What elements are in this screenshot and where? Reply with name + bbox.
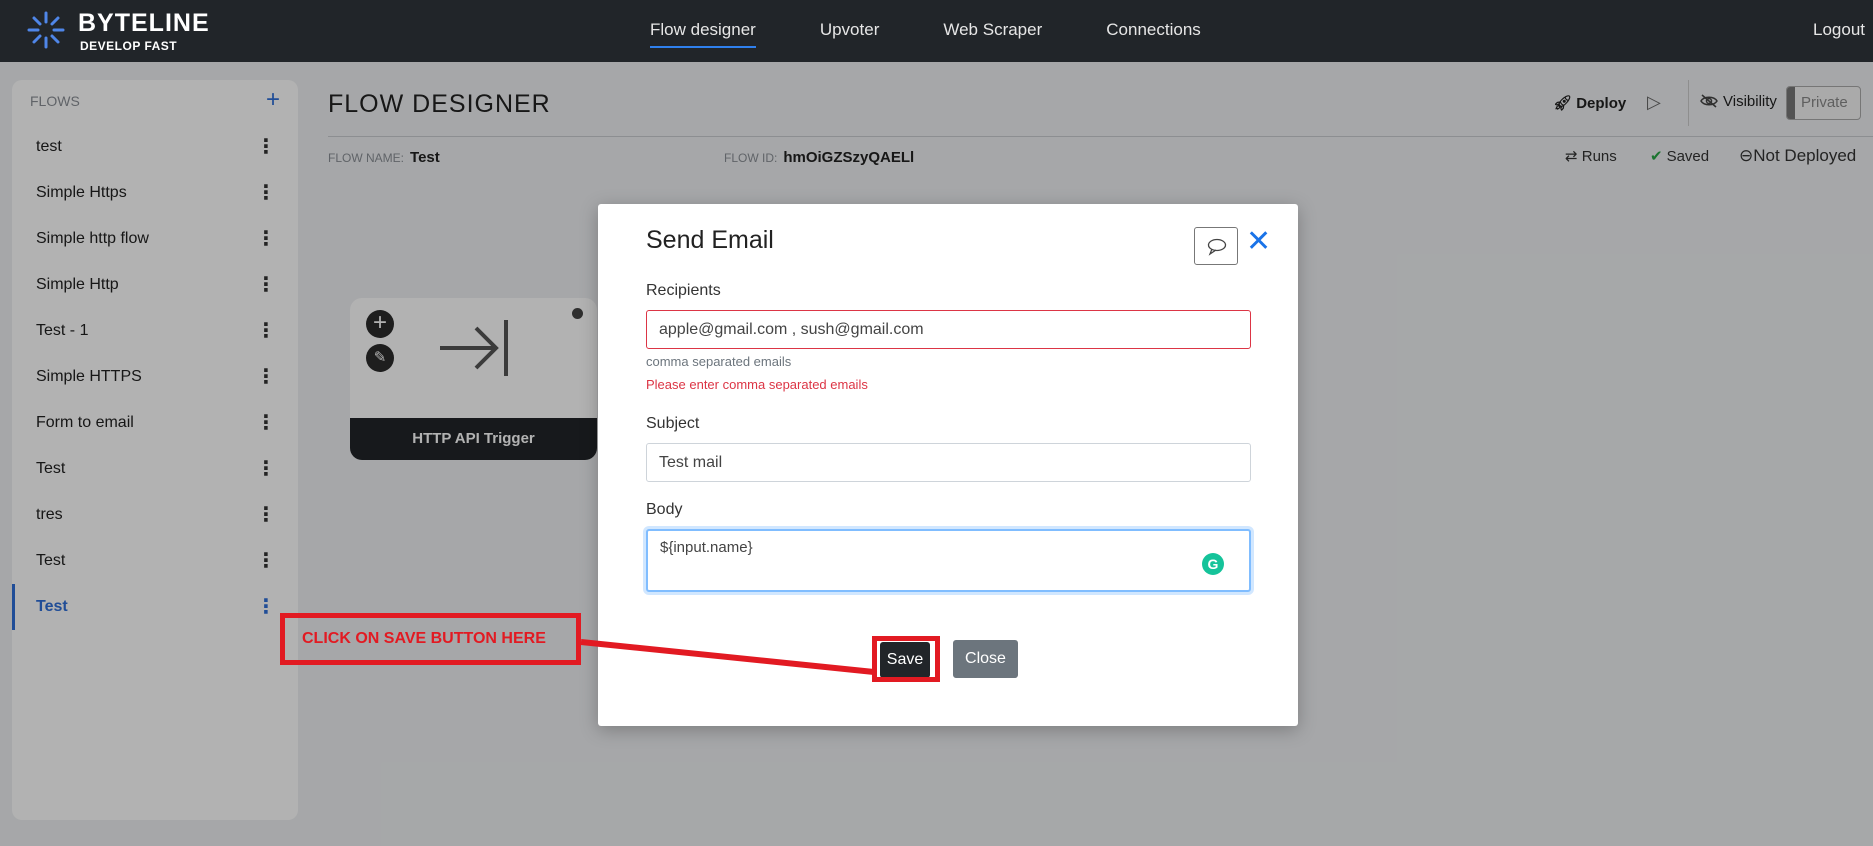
- annotation-highlight-save: [872, 636, 940, 682]
- recipients-hint: comma separated emails: [646, 354, 792, 369]
- modal-title: Send Email: [646, 226, 774, 254]
- recipients-error: Please enter comma separated emails: [646, 377, 868, 392]
- nav-flow-designer[interactable]: Flow designer: [650, 20, 756, 48]
- byteline-logo[interactable]: BYTELINE DEVELOP FAST: [26, 8, 209, 54]
- main-nav: Flow designer Upvoter Web Scraper Connec…: [650, 20, 1201, 48]
- send-email-modal: Send Email ✕ Recipients comma separated …: [598, 204, 1298, 726]
- close-icon[interactable]: ✕: [1246, 224, 1271, 259]
- brand-tagline: DEVELOP FAST: [80, 39, 178, 53]
- nav-web-scraper[interactable]: Web Scraper: [943, 20, 1042, 48]
- comment-button[interactable]: [1194, 227, 1238, 265]
- subject-input[interactable]: [646, 443, 1251, 482]
- annotation-text: CLICK ON SAVE BUTTON HERE: [302, 630, 546, 647]
- top-navbar: BYTELINE DEVELOP FAST Flow designer Upvo…: [0, 0, 1873, 62]
- nav-connections[interactable]: Connections: [1106, 20, 1201, 48]
- recipients-input[interactable]: [646, 310, 1251, 349]
- nav-upvoter[interactable]: Upvoter: [820, 20, 880, 48]
- brand-name: BYTELINE: [78, 9, 210, 37]
- subject-label: Subject: [646, 415, 700, 432]
- grammarly-icon[interactable]: G: [1202, 553, 1224, 575]
- body-textarea[interactable]: ${input.name}: [646, 529, 1251, 592]
- close-button[interactable]: Close: [953, 640, 1018, 678]
- speech-bubble-icon: [1207, 238, 1227, 256]
- logout-link[interactable]: Logout: [1813, 20, 1865, 40]
- annotation-callout: CLICK ON SAVE BUTTON HERE: [280, 613, 581, 665]
- starburst-icon: [27, 11, 65, 49]
- recipients-label: Recipients: [646, 282, 721, 299]
- body-label: Body: [646, 501, 683, 518]
